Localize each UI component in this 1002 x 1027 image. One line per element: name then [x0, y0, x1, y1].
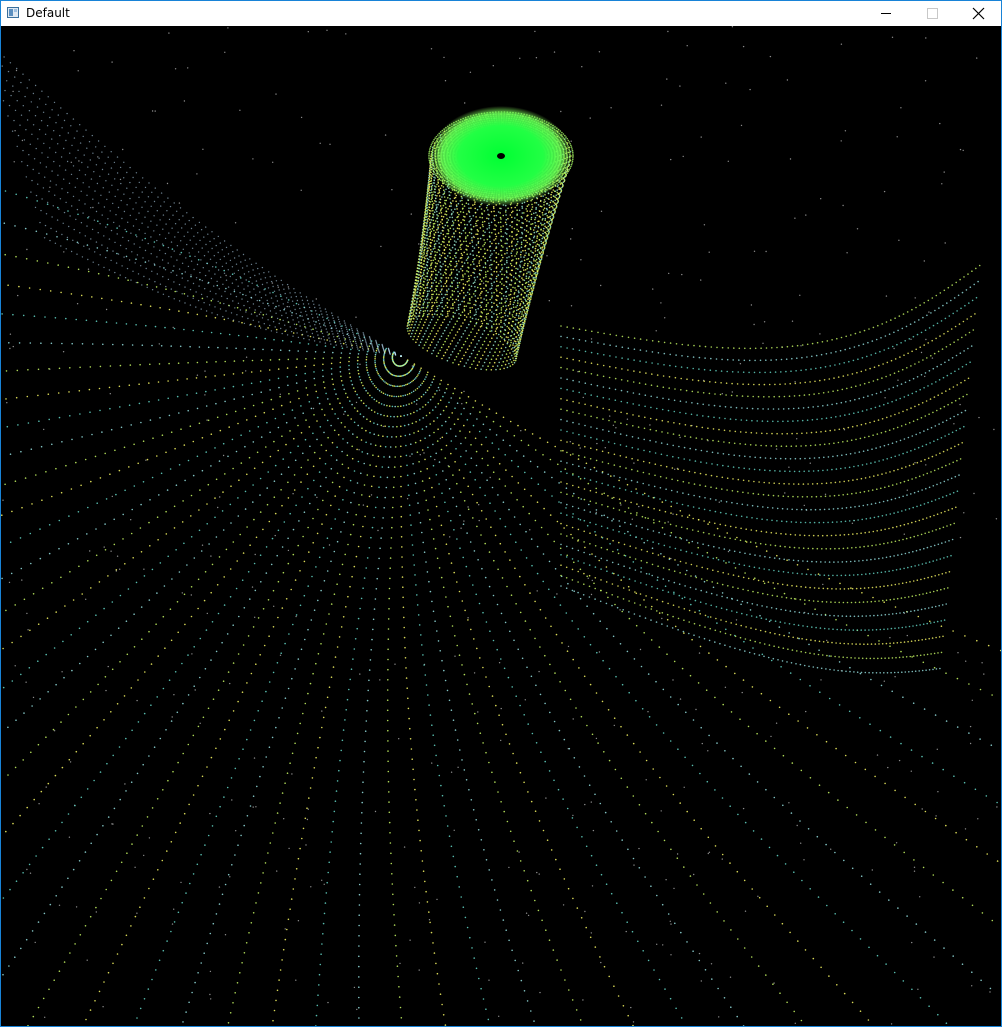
dotted-surface-visualization: [1, 26, 1001, 1026]
window-title: Default: [26, 6, 70, 20]
minimize-icon: [881, 13, 891, 14]
maximize-icon: [927, 8, 938, 19]
application-window-icon[interactable]: [7, 7, 19, 18]
minimize-button[interactable]: [863, 1, 909, 26]
peak-center-marker: [497, 153, 505, 159]
close-button[interactable]: [955, 1, 1001, 26]
application-window: Default: [0, 0, 1002, 1027]
close-icon: [972, 7, 985, 20]
render-canvas[interactable]: [1, 26, 1001, 1026]
title-bar[interactable]: Default: [1, 1, 1001, 26]
maximize-button[interactable]: [909, 1, 955, 26]
